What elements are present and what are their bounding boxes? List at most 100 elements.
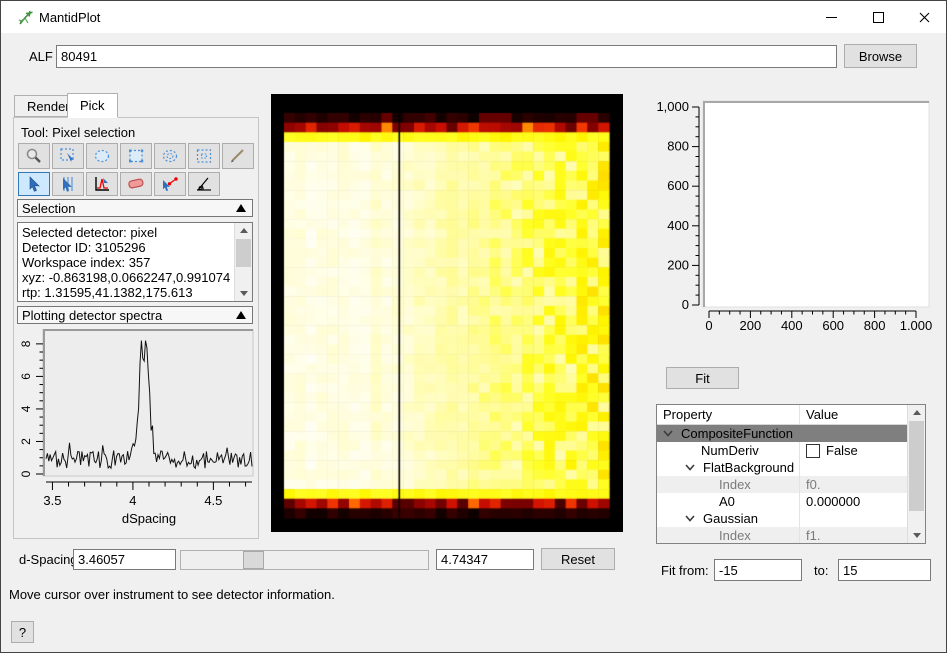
selection-info-text[interactable]: Selected detector: pixelDetector ID: 310… — [18, 223, 234, 301]
spectra-section-header[interactable]: Plotting detector spectra — [17, 306, 253, 324]
svg-text:0: 0 — [682, 297, 689, 312]
dspacing-slider[interactable] — [180, 550, 429, 570]
pixel-selection-icon — [24, 175, 44, 193]
fit-from-input[interactable] — [714, 559, 802, 581]
property-name: FlatBackground — [703, 460, 794, 475]
alf-label: ALF — [29, 49, 53, 64]
erase-peak-tool-button[interactable] — [120, 172, 152, 196]
close-icon — [919, 12, 930, 23]
property-value: f1. — [806, 528, 820, 543]
draw-ellipse-icon — [92, 147, 112, 165]
svg-text:4: 4 — [129, 493, 136, 508]
arrow-up-icon — [240, 228, 248, 233]
function-table-row[interactable]: Gaussian — [657, 510, 907, 527]
slider-handle[interactable] — [243, 551, 264, 569]
add-peak-tool-button[interactable] — [86, 172, 118, 196]
arrow-down-icon — [913, 533, 921, 538]
close-button[interactable] — [901, 1, 947, 33]
draw-rectangle-tool-button[interactable] — [120, 143, 152, 169]
selection-info-line: Selected detector: pixel — [22, 225, 234, 240]
fit-button[interactable]: Fit — [666, 367, 739, 389]
table-scrollbar[interactable] — [907, 405, 925, 543]
property-name: A0 — [719, 494, 735, 509]
svg-text:3.5: 3.5 — [43, 493, 61, 508]
fit-to-input[interactable] — [838, 559, 931, 581]
function-table-row[interactable]: CompositeFunction — [657, 425, 907, 442]
svg-text:1,000: 1,000 — [656, 99, 689, 114]
draw-rectangle-icon — [126, 147, 146, 165]
numderiv-checkbox[interactable] — [806, 444, 820, 458]
minimize-icon — [826, 17, 837, 18]
function-table-row[interactable]: A0 0.000000 — [657, 493, 907, 510]
svg-text:8: 8 — [19, 340, 33, 347]
compare-peak-icon — [160, 175, 180, 193]
browse-button[interactable]: Browse — [844, 44, 917, 68]
compare-peak-tool-button[interactable] — [154, 172, 186, 196]
draw-ring-rectangle-tool-button[interactable] — [188, 143, 220, 169]
reset-button[interactable]: Reset — [541, 548, 615, 570]
pixel-selection-tool-button[interactable] — [18, 172, 50, 196]
property-value: False — [826, 443, 858, 458]
tab-pick[interactable]: Pick — [67, 93, 118, 118]
chevron-down-icon — [685, 464, 695, 471]
scroll-down-button[interactable] — [235, 286, 252, 301]
draw-ring-ellipse-icon — [160, 147, 180, 165]
scroll-up-button[interactable] — [235, 223, 252, 238]
app-icon — [17, 9, 34, 29]
spectra-section-label: Plotting detector spectra — [22, 308, 162, 323]
property-name: CompositeFunction — [681, 426, 793, 441]
scroll-thumb[interactable] — [236, 239, 251, 267]
property-name: Index — [719, 528, 751, 543]
help-button[interactable]: ? — [11, 621, 34, 643]
arrow-down-icon — [240, 291, 248, 296]
function-property-table: PropertyValueCompositeFunctionNumDerivFa… — [656, 404, 926, 544]
selection-info-line: Workspace index: 357 — [22, 255, 234, 270]
svg-text:0: 0 — [19, 470, 33, 477]
tool-label: Tool: Pixel selection — [21, 125, 135, 140]
svg-text:4: 4 — [19, 405, 33, 412]
selection-info-line: Counts: 1 — [22, 300, 234, 301]
minimize-button[interactable] — [808, 1, 854, 33]
draw-ellipse-tool-button[interactable] — [86, 143, 118, 169]
maximize-icon — [873, 12, 884, 23]
svg-text:400: 400 — [781, 318, 803, 333]
zoom-tool-button[interactable] — [18, 143, 50, 169]
draw-free-tool-button[interactable] — [222, 143, 254, 169]
erase-peak-icon — [126, 175, 146, 193]
dspacing-max-input[interactable] — [436, 549, 534, 570]
function-table-row[interactable]: Indexf0. — [657, 476, 907, 493]
measure-angle-tool-button[interactable] — [188, 172, 220, 196]
fit-from-label: Fit from: — [661, 563, 709, 578]
property-name: Index — [719, 477, 751, 492]
scroll-down-button[interactable] — [908, 528, 925, 543]
status-text: Move cursor over instrument to see detec… — [9, 587, 335, 602]
chevron-down-icon — [685, 515, 695, 522]
function-table-row[interactable]: NumDeriv False — [657, 442, 907, 459]
property-name: NumDeriv — [701, 443, 759, 458]
zoom-icon — [24, 147, 44, 165]
property-name: Gaussian — [703, 511, 758, 526]
selection-section-header[interactable]: Selection — [17, 199, 253, 217]
selection-scrollbar[interactable] — [234, 223, 252, 301]
selection-info-box: Selected detector: pixelDetector ID: 310… — [17, 222, 253, 302]
svg-text:400: 400 — [667, 218, 689, 233]
scroll-up-button[interactable] — [908, 405, 925, 420]
window-title: MantidPlot — [39, 10, 100, 25]
table-header-value: Value — [800, 405, 907, 424]
instrument-view[interactable] — [271, 94, 623, 532]
draw-ring-ellipse-tool-button[interactable] — [154, 143, 186, 169]
fit-preview-plot[interactable]: 02004006008001,00002004006008001.000 — [651, 97, 945, 345]
tube-selection-tool-button[interactable] — [52, 172, 84, 196]
scroll-thumb[interactable] — [909, 421, 924, 511]
function-table-row[interactable]: FlatBackground — [657, 459, 907, 476]
property-value[interactable]: 0.000000 — [806, 494, 860, 509]
svg-text:0: 0 — [705, 318, 712, 333]
maximize-button[interactable] — [855, 1, 901, 33]
draw-ring-rectangle-icon — [194, 147, 214, 165]
edit-shape-tool-button[interactable] — [52, 143, 84, 169]
dspacing-min-input[interactable] — [73, 549, 176, 570]
alf-run-input[interactable] — [56, 45, 837, 68]
edit-shape-icon — [58, 147, 78, 165]
function-table-row[interactable]: Index f1. — [657, 527, 907, 543]
svg-text:200: 200 — [740, 318, 762, 333]
